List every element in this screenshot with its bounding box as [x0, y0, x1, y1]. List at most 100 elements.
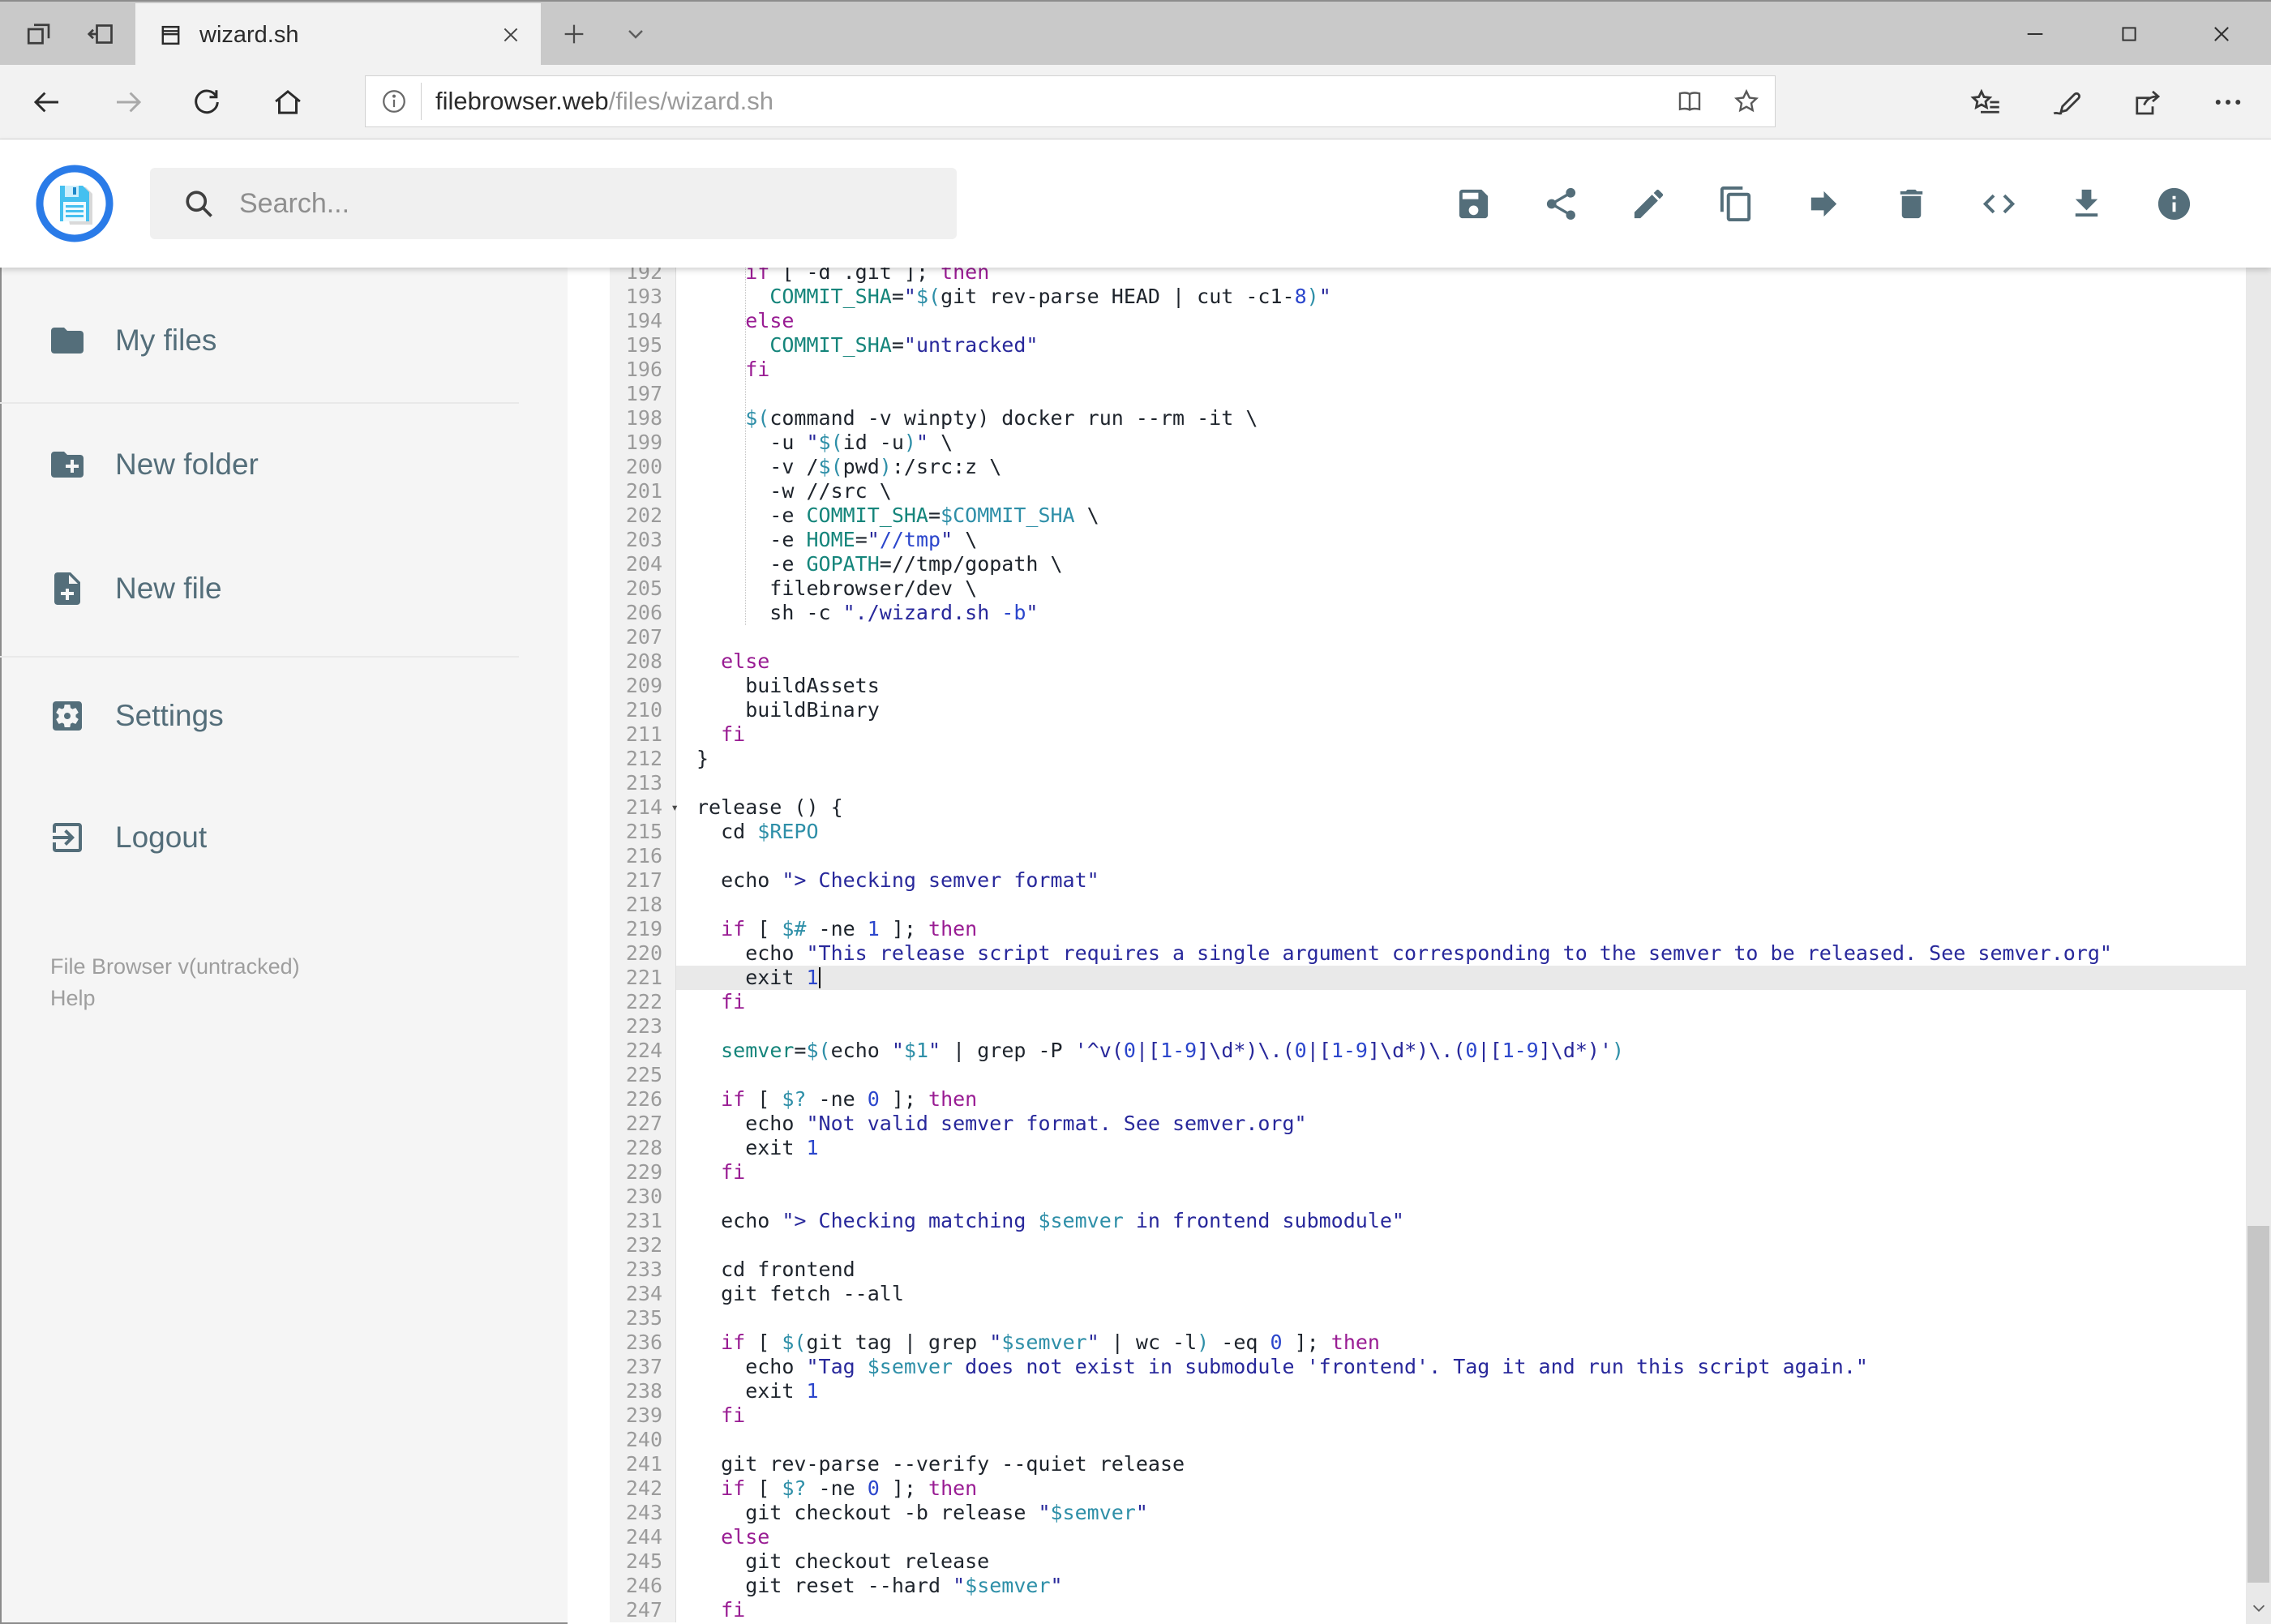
- share-page-icon[interactable]: [2113, 70, 2181, 135]
- home-icon[interactable]: [255, 70, 320, 135]
- code-line[interactable]: 228 exit 1: [568, 1136, 2246, 1160]
- code-line[interactable]: 245 git checkout release: [568, 1549, 2246, 1574]
- favorite-star-icon[interactable]: [1718, 76, 1775, 126]
- code-line[interactable]: 212}: [568, 747, 2246, 771]
- code-line[interactable]: 214 ▾ release () {: [568, 795, 2246, 820]
- code-line[interactable]: 232: [568, 1233, 2246, 1258]
- code-line[interactable]: 215 cd $REPO: [568, 820, 2246, 844]
- info-button[interactable]: [2155, 165, 2193, 242]
- page-scrollbar[interactable]: [2246, 139, 2271, 1624]
- code-line[interactable]: 209 buildAssets: [568, 674, 2246, 698]
- edit-button[interactable]: [1630, 165, 1668, 242]
- window-close-button[interactable]: [2187, 2, 2256, 66]
- site-info-icon[interactable]: [380, 88, 408, 115]
- move-button[interactable]: [1805, 165, 1843, 242]
- tab-preview-icon[interactable]: [8, 2, 70, 66]
- code-line[interactable]: 217 echo "> Checking semver format": [568, 868, 2246, 893]
- window-maximize-button[interactable]: [2095, 2, 2163, 66]
- hub-favorites-icon[interactable]: [1952, 70, 2020, 135]
- code-line[interactable]: 236 if [ $(git tag | grep "$semver" | wc…: [568, 1330, 2246, 1355]
- more-ellipsis-icon[interactable]: [2194, 70, 2262, 135]
- code-line[interactable]: 196 fi: [568, 358, 2246, 382]
- code-line[interactable]: 200 -v /$(pwd):/src:z \: [568, 455, 2246, 479]
- sidebar-item-new-file[interactable]: New file: [0, 544, 519, 633]
- window-minimize-button[interactable]: [2001, 2, 2069, 66]
- code-line[interactable]: 205 filebrowser/dev \: [568, 576, 2246, 601]
- code-line[interactable]: 246 git reset --hard "$semver": [568, 1574, 2246, 1598]
- code-line[interactable]: 211 fi: [568, 722, 2246, 747]
- code-line[interactable]: 222 fi: [568, 990, 2246, 1014]
- code-line[interactable]: 229 fi: [568, 1160, 2246, 1185]
- code-line[interactable]: 203 -e HOME="//tmp" \: [568, 528, 2246, 552]
- code-line[interactable]: 201 -w //src \: [568, 479, 2246, 503]
- code-line[interactable]: 216: [568, 844, 2246, 868]
- code-line[interactable]: 199 -u "$(id -u)" \: [568, 431, 2246, 455]
- sidebar-item-settings[interactable]: Settings: [0, 671, 519, 761]
- close-tab-icon[interactable]: [500, 24, 521, 45]
- reading-view-icon[interactable]: [1661, 76, 1718, 126]
- code-line[interactable]: 224 semver=$(echo "$1" | grep -P '^v(0|[…: [568, 1039, 2246, 1063]
- code-line[interactable]: 237 echo "Tag $semver does not exist in …: [568, 1355, 2246, 1379]
- code-line[interactable]: 198 $(command -v winpty) docker run --rm…: [568, 406, 2246, 431]
- sidebar-item-new-folder[interactable]: New folder: [0, 420, 519, 509]
- code-line[interactable]: 242 if [ $? -ne 0 ]; then: [568, 1476, 2246, 1501]
- set-tabs-aside-icon[interactable]: [70, 2, 131, 66]
- code-line[interactable]: 195 COMMIT_SHA="untracked": [568, 333, 2246, 358]
- sidebar-item-my-files[interactable]: My files: [0, 296, 519, 385]
- sidebar-item-logout[interactable]: Logout: [0, 793, 519, 882]
- code-line[interactable]: 230: [568, 1185, 2246, 1209]
- code-line[interactable]: 220 echo "This release script requires a…: [568, 941, 2246, 966]
- code-line[interactable]: 231 echo "> Checking matching $semver in…: [568, 1209, 2246, 1233]
- code-line[interactable]: 194 else: [568, 309, 2246, 333]
- tab-options-chevron-icon[interactable]: [610, 2, 662, 66]
- copy-button[interactable]: [1717, 165, 1755, 242]
- code-line[interactable]: 225: [568, 1063, 2246, 1087]
- code-view-button[interactable]: [1980, 165, 2018, 242]
- code-line[interactable]: 202 -e COMMIT_SHA=$COMMIT_SHA \: [568, 503, 2246, 528]
- code-line[interactable]: 239 fi: [568, 1403, 2246, 1428]
- code-line[interactable]: 240: [568, 1428, 2246, 1452]
- code-line[interactable]: 213: [568, 771, 2246, 795]
- new-tab-icon[interactable]: [548, 2, 600, 66]
- share-button[interactable]: [1542, 165, 1580, 242]
- code-line[interactable]: 247 fi: [568, 1598, 2246, 1622]
- code-line[interactable]: 204 -e GOPATH=//tmp/gopath \: [568, 552, 2246, 576]
- code-line[interactable]: 207: [568, 625, 2246, 649]
- code-line[interactable]: 226 if [ $? -ne 0 ]; then: [568, 1087, 2246, 1112]
- code-line[interactable]: 221 exit 1: [568, 966, 2246, 990]
- code-line[interactable]: 210 buildBinary: [568, 698, 2246, 722]
- code-line[interactable]: 219 if [ $# -ne 1 ]; then: [568, 917, 2246, 941]
- code-line[interactable]: 234 git fetch --all: [568, 1282, 2246, 1306]
- browser-tab[interactable]: wizard.sh: [135, 3, 541, 66]
- scroll-down-icon[interactable]: [2246, 1592, 2271, 1624]
- code-line[interactable]: 192 if [ -d .git ]; then: [568, 268, 2246, 285]
- download-button[interactable]: [2067, 165, 2106, 242]
- filebrowser-logo-icon[interactable]: [36, 165, 114, 242]
- search-box[interactable]: [150, 168, 957, 239]
- code-line[interactable]: 206 sh -c "./wizard.sh -b": [568, 601, 2246, 625]
- scrollbar-thumb[interactable]: [2247, 1226, 2269, 1583]
- code-line[interactable]: 227 echo "Not valid semver format. See s…: [568, 1112, 2246, 1136]
- delete-button[interactable]: [1892, 165, 1930, 242]
- code-line[interactable]: 235: [568, 1306, 2246, 1330]
- code-line[interactable]: 243 git checkout -b release "$semver": [568, 1501, 2246, 1525]
- code-line[interactable]: 197: [568, 382, 2246, 406]
- save-button[interactable]: [1455, 165, 1493, 242]
- annotate-pen-icon[interactable]: [2033, 70, 2101, 135]
- code-line[interactable]: 223: [568, 1014, 2246, 1039]
- code-line[interactable]: 244 else: [568, 1525, 2246, 1549]
- code-line[interactable]: 241 git rev-parse --verify --quiet relea…: [568, 1452, 2246, 1476]
- code-line[interactable]: 193 COMMIT_SHA="$(git rev-parse HEAD | c…: [568, 285, 2246, 309]
- address-bar[interactable]: filebrowser.web/files/wizard.sh: [365, 75, 1776, 127]
- back-icon[interactable]: [15, 70, 79, 135]
- code-editor[interactable]: 192 if [ -d .git ]; then 193 COMMIT_SHA="…: [568, 268, 2246, 1624]
- code-line[interactable]: 208 else: [568, 649, 2246, 674]
- code-line[interactable]: 218: [568, 893, 2246, 917]
- code-line[interactable]: 233 cd frontend: [568, 1258, 2246, 1282]
- forward-icon[interactable]: [96, 70, 161, 135]
- url-text[interactable]: filebrowser.web/files/wizard.sh: [435, 87, 1661, 116]
- refresh-icon[interactable]: [174, 70, 239, 135]
- code-line[interactable]: 238 exit 1: [568, 1379, 2246, 1403]
- search-input[interactable]: [239, 187, 957, 220]
- help-link[interactable]: Help: [50, 983, 300, 1014]
